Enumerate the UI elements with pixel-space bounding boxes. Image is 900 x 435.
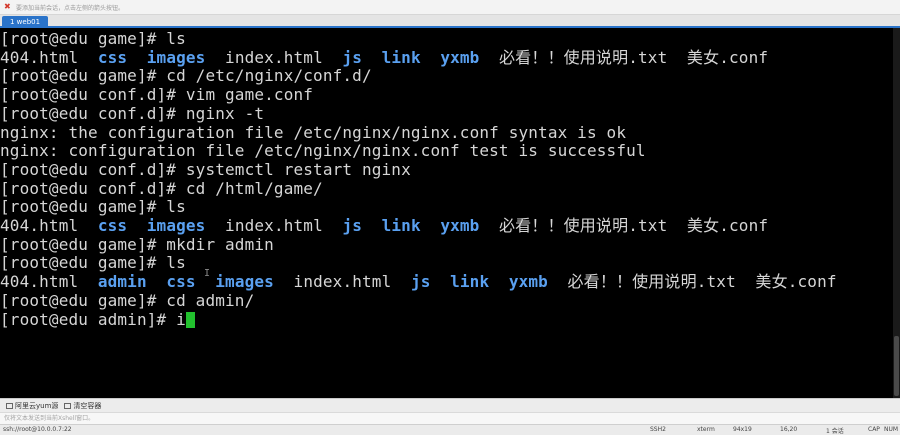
terminal-text: [root@edu game]# ls: [0, 253, 186, 273]
directory-name: images: [215, 272, 274, 292]
directory-name: css: [97, 216, 128, 235]
status-num: NUM: [884, 426, 899, 433]
status-cap: CAP: [868, 426, 880, 433]
quick-command-label: 清空容器: [73, 401, 102, 410]
quick-command-bar: 阿里云yum源 清空容器: [0, 398, 900, 412]
terminal-line: [root@edu conf.d]# nginx -t: [0, 104, 264, 123]
status-connection: ssh://root@10.0.0.7:22: [3, 426, 72, 433]
directory-name: yxmb: [440, 216, 480, 235]
directory-name: images: [146, 216, 206, 235]
status-sessions: 1 会话: [826, 428, 844, 435]
terminal-line: nginx: configuration file /etc/nginx/ngi…: [0, 141, 646, 160]
directory-name: yxmb: [440, 47, 480, 67]
terminal-line: [root@edu conf.d]# vim game.conf: [0, 85, 313, 104]
directory-name: yxmb: [508, 272, 548, 292]
terminal-text: 404.html: [0, 272, 98, 292]
status-size: 94x19: [733, 426, 752, 433]
terminal-line: 404.html css images index.html js link y…: [0, 48, 768, 67]
terminal-line: [root@edu game]# ls: [0, 253, 186, 272]
terminal-text: 必看！！使用说明.txt 美女.conf: [479, 47, 769, 67]
terminal-line: 404.html css images index.html js link y…: [0, 216, 768, 235]
window-titlebar: ✖ 要添加当前会话，点击左侧的箭头按钮。: [0, 0, 900, 15]
terminal-text: [root@edu conf.d]# cd /html/game/: [0, 178, 323, 198]
directory-name: js: [342, 216, 363, 235]
status-bar: ssh://root@10.0.0.7:22 SSH2 xterm 94x19 …: [0, 424, 900, 435]
directory-name: js: [342, 47, 363, 67]
quick-command-aliyun-yum[interactable]: 阿里云yum源: [6, 401, 58, 411]
directory-name: link: [381, 216, 421, 235]
terminal-text: index.html: [205, 47, 343, 67]
xshell-logo-icon: ✖: [4, 2, 11, 11]
directory-name: css: [97, 47, 128, 67]
terminal-text: nginx: the configuration file /etc/nginx…: [0, 122, 627, 142]
terminal-text: [root@edu game]# ls: [0, 197, 186, 217]
scrollbar-thumb[interactable]: [894, 336, 899, 396]
send-text-placeholder: 仅将文本发送到当前Xshell窗口。: [4, 415, 95, 422]
directory-name: link: [381, 47, 421, 67]
terminal-text: index.html: [205, 216, 343, 235]
clear-icon: [64, 402, 72, 409]
mouse-ibeam-icon: I: [204, 268, 211, 279]
quick-command-label: 阿里云yum源: [15, 401, 59, 410]
terminal-text: [root@edu conf.d]# systemctl restart ngi…: [0, 159, 411, 179]
terminal-line: [root@edu game]# cd /etc/nginx/conf.d/: [0, 66, 372, 85]
terminal-text: nginx: configuration file /etc/nginx/ngi…: [0, 141, 646, 161]
terminal-line: nginx: the configuration file /etc/nginx…: [0, 123, 626, 142]
terminal-text: [root@edu game]# cd admin/: [0, 290, 255, 310]
terminal-text: index.html: [273, 272, 411, 292]
directory-name: css: [166, 272, 196, 292]
terminal-line: [root@edu game]# ls: [0, 29, 186, 48]
terminal-text: [root@edu conf.d]# vim game.conf: [0, 85, 314, 105]
terminal-text: [root@edu conf.d]# nginx -t: [0, 103, 265, 123]
terminal-text: 必看！！使用说明.txt 美女.conf: [547, 272, 837, 292]
terminal-line: [root@edu conf.d]# systemctl restart ngi…: [0, 160, 411, 179]
terminal-cursor: [185, 311, 195, 328]
terminal-line: [root@edu conf.d]# cd /html/game/: [0, 179, 323, 198]
terminal-text: [root@edu game]# mkdir admin: [0, 234, 274, 254]
tab-web01[interactable]: 1 web01: [2, 16, 49, 28]
session-hint: 要添加当前会话，点击左侧的箭头按钮。: [16, 4, 125, 12]
terminal-line: [root@edu admin]# i: [0, 310, 195, 329]
directory-name: js: [410, 272, 431, 292]
directory-name: link: [450, 272, 490, 292]
terminal-line: [root@edu game]# ls: [0, 197, 186, 216]
directory-name: images: [146, 47, 206, 67]
terminal-output[interactable]: [root@edu game]# ls 404.html css images i…: [0, 28, 893, 398]
terminal-line: 404.html admin css images index.html js …: [0, 272, 837, 291]
terminal-text: 404.html: [0, 47, 98, 67]
directory-name: admin: [97, 272, 147, 292]
terminal-text: [root@edu admin]# i: [0, 309, 186, 329]
status-terminal-type: xterm: [697, 426, 715, 433]
send-text-bar[interactable]: 仅将文本发送到当前Xshell窗口。: [0, 412, 900, 424]
quick-command-clear-container[interactable]: 清空容器: [64, 401, 101, 411]
terminal-text: [root@edu game]# ls: [0, 29, 186, 48]
terminal-line: [root@edu game]# cd admin/: [0, 291, 254, 310]
terminal-text: 404.html: [0, 216, 98, 235]
terminal-text: 必看！！使用说明.txt 美女.conf: [479, 216, 769, 235]
status-protocol: SSH2: [650, 426, 666, 433]
terminal-text: [root@edu game]# cd /etc/nginx/conf.d/: [0, 66, 372, 86]
terminal-line: [root@edu game]# mkdir admin: [0, 235, 274, 254]
status-cursor-position: 16,20: [780, 426, 798, 433]
folder-icon: [6, 402, 13, 409]
terminal-scrollbar[interactable]: [893, 28, 900, 398]
session-tab-bar: 1 web01: [0, 15, 900, 28]
